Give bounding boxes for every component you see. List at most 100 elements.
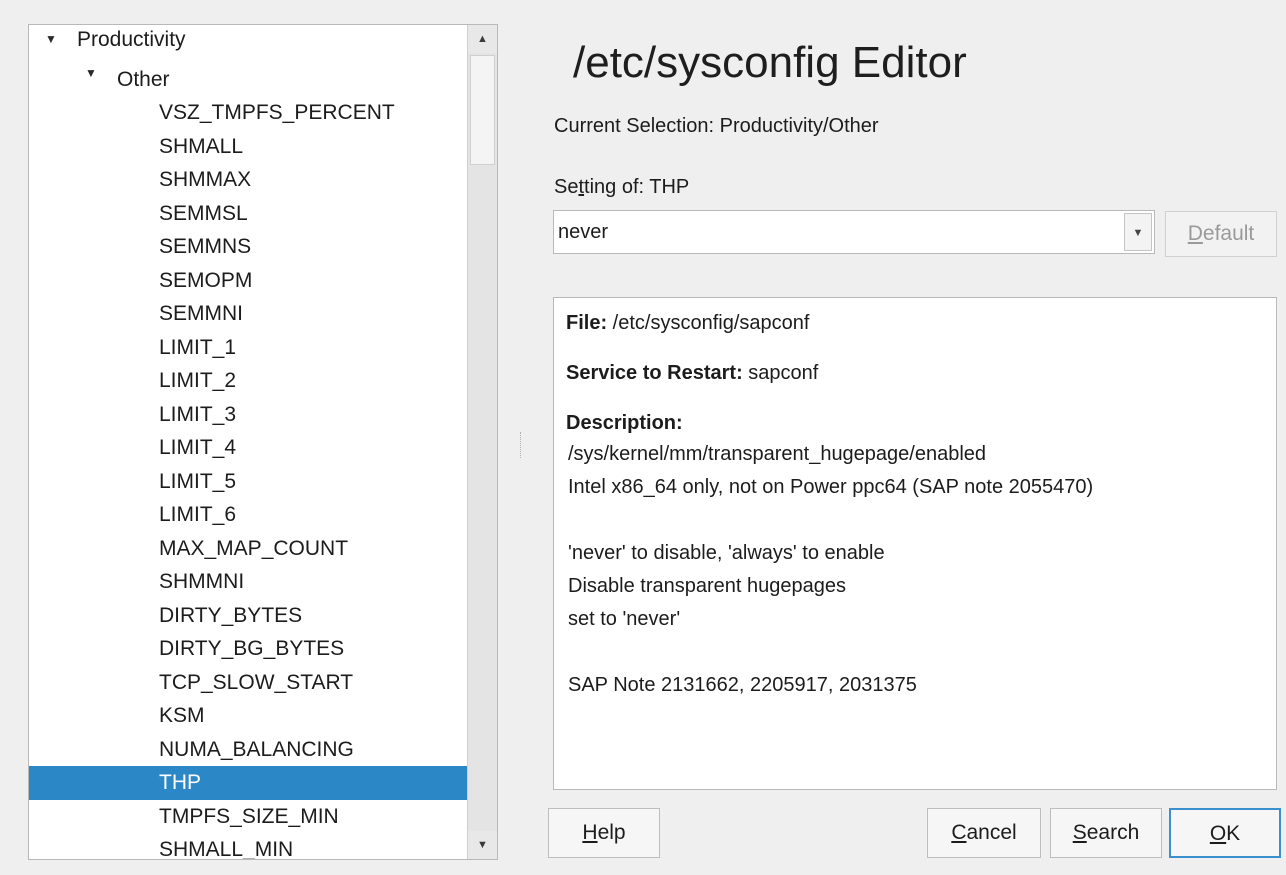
search-button[interactable]: Search	[1050, 808, 1162, 858]
setting-value-combobox[interactable]: never ▼	[553, 210, 1155, 254]
tree-item[interactable]: TMPFS_SIZE_MIN	[29, 800, 469, 834]
tree-item-label: SEMMNI	[159, 302, 243, 325]
description-line: 'never' to disable, 'always' to enable	[568, 542, 885, 564]
tree-item-label: VSZ_TMPFS_PERCENT	[159, 101, 395, 124]
page-title: /etc/sysconfig Editor	[573, 38, 967, 87]
tree-item-label: SEMMSL	[159, 201, 248, 225]
tree-item[interactable]: DIRTY_BYTES	[29, 599, 469, 633]
file-value: /etc/sysconfig/sapconf	[607, 312, 810, 334]
tree-item-label: TCP_SLOW_START	[159, 670, 354, 694]
description-heading: Description:	[566, 408, 1264, 438]
tree-list: ▼ Productivity ▼ Other VSZ_TMPFS_PERCENT SHMA…	[29, 28, 469, 860]
tree-item[interactable]: SHMALL	[29, 130, 469, 164]
tree-category-other[interactable]: ▼ Other	[29, 63, 469, 97]
tree-item-label: LIMIT_1	[159, 335, 237, 359]
ok-button[interactable]: OK	[1169, 808, 1281, 858]
default-button[interactable]: Default	[1165, 211, 1277, 257]
tree-item[interactable]: LIMIT_3	[29, 398, 469, 432]
tree-item[interactable]: SEMOPM	[29, 264, 469, 298]
tree-item-label: Other	[117, 67, 170, 91]
description-line	[566, 504, 1264, 537]
scroll-down-arrow-icon[interactable]: ▼	[468, 831, 497, 859]
default-rest: efault	[1202, 222, 1255, 245]
description-line: SAP Note 2131662, 2205917, 2031375	[568, 674, 917, 696]
tree-item-label: LIMIT_2	[159, 369, 237, 392]
tree-item-label: SEMMNS	[159, 235, 252, 258]
tree-item[interactable]: VSZ_TMPFS_PERCENT	[29, 96, 469, 130]
pane-splitter[interactable]	[520, 432, 523, 458]
service-label: Service to Restart:	[566, 362, 743, 384]
cancel-rest: ancel	[966, 821, 1017, 844]
tree-item-label: THP	[159, 771, 201, 794]
description-label: Description:	[566, 412, 683, 434]
tree-item[interactable]: MAX_MAP_COUNT	[29, 532, 469, 566]
tree-item-label: LIMIT_6	[159, 503, 237, 526]
description-line: set to 'never'	[568, 608, 681, 630]
description-line: Intel x86_64 only, not on Power ppc64 (S…	[568, 476, 1094, 498]
tree-item-label: DIRTY_BYTES	[159, 603, 303, 627]
description-line	[566, 636, 1264, 669]
description-line: /sys/kernel/mm/transparent_hugepage/enab…	[568, 443, 987, 465]
tree-item-label: LIMIT_4	[159, 436, 237, 459]
tree-item[interactable]: SEMMNI	[29, 297, 469, 331]
tree-item[interactable]: SEMMSL	[29, 197, 469, 231]
cancel-mnemonic: C	[951, 821, 967, 844]
help-button[interactable]: Help	[548, 808, 660, 858]
tree-item-label: TMPFS_SIZE_MIN	[159, 804, 339, 828]
tree-item[interactable]: THP	[29, 766, 469, 800]
cancel-button[interactable]: Cancel	[927, 808, 1041, 858]
setting-label-pre: Se	[554, 176, 579, 198]
combo-value: never	[558, 221, 609, 243]
tree-item-label: MAX_MAP_COUNT	[159, 536, 349, 560]
tree-item[interactable]: LIMIT_2	[29, 364, 469, 398]
tree-panel[interactable]: ▼ Productivity ▼ Other VSZ_TMPFS_PERCENT SHMA…	[28, 24, 498, 860]
tree-item[interactable]: SHMMNI	[29, 565, 469, 599]
ok-rest: K	[1226, 822, 1241, 845]
info-panel: File: /etc/sysconfig/sapconf Service to …	[553, 297, 1277, 790]
tree-item-label: KSM	[159, 704, 205, 727]
tree-scrollbar[interactable]: ▲ ▼	[467, 25, 497, 859]
description-line: Disable transparent hugepages	[568, 575, 846, 597]
tree-item-label: LIMIT_3	[159, 402, 237, 426]
tree-item[interactable]: LIMIT_4	[29, 431, 469, 465]
scroll-thumb[interactable]	[470, 55, 495, 165]
sysconfig-editor-window: ▼ Productivity ▼ Other VSZ_TMPFS_PERCENT SHMA…	[0, 0, 1286, 875]
service-line: Service to Restart: sapconf	[566, 358, 1264, 388]
ok-mnemonic: O	[1209, 822, 1227, 845]
triangle-down-icon[interactable]: ▼	[85, 57, 97, 91]
tree-item[interactable]: LIMIT_6	[29, 498, 469, 532]
help-rest: elp	[597, 821, 626, 844]
tree-item[interactable]: DIRTY_BG_BYTES	[29, 632, 469, 666]
tree-item-label: SEMOPM	[159, 268, 253, 292]
tree-item-label: LIMIT_5	[159, 469, 237, 493]
setting-label-post: ting of: THP	[584, 176, 690, 198]
file-line: File: /etc/sysconfig/sapconf	[566, 308, 1264, 338]
default-mnemonic: D	[1187, 222, 1203, 245]
description-text: /sys/kernel/mm/transparent_hugepage/enab…	[566, 438, 1264, 702]
tree-item[interactable]: LIMIT_1	[29, 331, 469, 365]
tree-item-label: DIRTY_BG_BYTES	[159, 637, 345, 660]
tree-item[interactable]: KSM	[29, 699, 469, 733]
setting-label: Setting of: THP	[554, 176, 689, 199]
help-mnemonic: H	[582, 821, 598, 844]
chevron-down-icon[interactable]: ▼	[1124, 213, 1152, 251]
tree-item[interactable]: SHMALL_MIN	[29, 833, 469, 860]
current-selection-text: Current Selection: Productivity/Other	[554, 115, 879, 137]
tree-item[interactable]: TCP_SLOW_START	[29, 666, 469, 700]
tree-item-label: SHMALL_MIN	[159, 838, 294, 860]
tree-item-label: SHMMNI	[159, 570, 245, 593]
tree-item[interactable]: SEMMNS	[29, 230, 469, 264]
triangle-down-icon[interactable]: ▼	[45, 25, 57, 57]
tree-item[interactable]: LIMIT_5	[29, 465, 469, 499]
tree-item-label: Productivity	[77, 28, 186, 51]
tree-item-label: SHMALL	[159, 134, 244, 158]
tree-item-label: SHMMAX	[159, 168, 252, 191]
search-mnemonic: S	[1072, 821, 1087, 844]
file-label: File:	[566, 312, 608, 334]
search-rest: earch	[1086, 821, 1140, 844]
service-value: sapconf	[742, 362, 819, 384]
scroll-up-arrow-icon[interactable]: ▲	[468, 25, 497, 53]
tree-item-label: NUMA_BALANCING	[159, 737, 354, 761]
tree-item[interactable]: SHMMAX	[29, 163, 469, 197]
tree-item[interactable]: NUMA_BALANCING	[29, 733, 469, 767]
